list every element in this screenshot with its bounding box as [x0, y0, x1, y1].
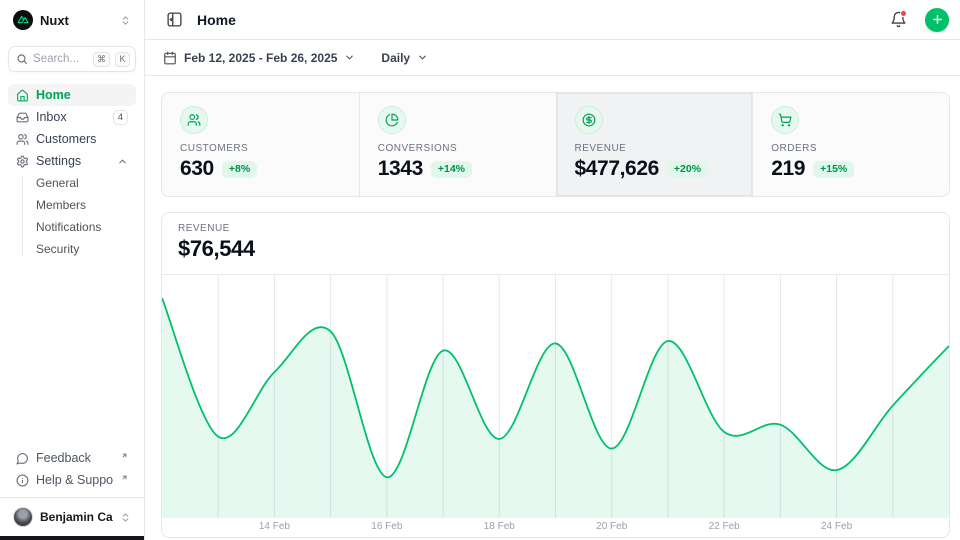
chevron-down-icon: [344, 52, 355, 63]
interval-select-button[interactable]: Daily: [379, 47, 430, 69]
stats-row: CUSTOMERS 630 +8% CONVERSIONS 1343 +14%: [161, 92, 950, 197]
settings-subnav: General Members Notifications Security: [8, 172, 136, 260]
revenue-area-chart[interactable]: [162, 275, 949, 518]
stat-card-revenue[interactable]: REVENUE $477,626 +20%: [556, 93, 753, 196]
search-box[interactable]: ⌘ K: [8, 46, 136, 72]
feedback-link[interactable]: Feedback: [8, 447, 136, 469]
user-name: Benjamin Canac: [40, 510, 113, 524]
avatar: [13, 507, 33, 527]
chevron-down-icon: [417, 52, 428, 63]
help-support-label: Help & Support: [36, 473, 113, 487]
stat-card-orders[interactable]: ORDERS 219 +15%: [752, 93, 949, 196]
sidebar-item-settings[interactable]: Settings: [8, 150, 136, 172]
kbd-cmd: ⌘: [93, 52, 110, 67]
chevrons-up-down-icon: [120, 15, 131, 26]
stat-value: 630: [180, 157, 214, 181]
page-title: Home: [197, 12, 875, 28]
revenue-chart-card: REVENUE $76,544 14 Feb 16 Feb 18 Feb 20 Feb…: [161, 212, 950, 538]
add-button[interactable]: [925, 8, 949, 32]
stat-label: CONVERSIONS: [378, 143, 538, 154]
gear-icon: [16, 155, 29, 168]
calendar-icon: [163, 51, 177, 65]
main-area: Home Feb 12, 2025 - Feb 26, 2025 Daily: [145, 0, 960, 540]
content: CUSTOMERS 630 +8% CONVERSIONS 1343 +14%: [145, 76, 960, 538]
external-link-icon: [121, 474, 128, 481]
x-tick-label: 18 Feb: [484, 521, 515, 532]
external-link-icon: [121, 452, 128, 459]
sidebar-item-label: Home: [36, 88, 128, 102]
stat-delta-badge: +15%: [813, 161, 854, 178]
nuxt-logo-icon: [13, 10, 33, 30]
sidebar-item-label: Inbox: [36, 110, 106, 124]
notifications-button[interactable]: [885, 7, 911, 33]
kbd-k: K: [115, 52, 130, 67]
stat-value: $477,626: [575, 157, 659, 181]
chart-header: REVENUE $76,544: [162, 213, 949, 275]
chat-bubble-icon: [16, 452, 29, 465]
sidebar-footer: Feedback Help & Support: [8, 447, 136, 491]
date-range-value: Feb 12, 2025 - Feb 26, 2025: [184, 51, 337, 65]
x-axis-tick-labels: 14 Feb 16 Feb 18 Feb 20 Feb 22 Feb 24 Feb: [162, 518, 949, 537]
sidebar-subitem-members[interactable]: Members: [8, 194, 136, 216]
sidebar-nav: Home Inbox 4 Customers Settings General: [8, 84, 136, 260]
x-tick-label: 16 Feb: [371, 521, 402, 532]
stat-delta-badge: +20%: [667, 161, 708, 178]
help-support-link[interactable]: Help & Support: [8, 469, 136, 491]
x-tick-label: 20 Feb: [596, 521, 627, 532]
chart-metric-label: REVENUE: [178, 223, 933, 234]
inbox-icon: [16, 111, 29, 124]
sidebar-item-inbox[interactable]: Inbox 4: [8, 106, 136, 128]
bottom-edge-bar: [0, 536, 144, 540]
stat-value: 1343: [378, 157, 423, 181]
chevron-up-icon: [117, 156, 128, 167]
interval-value: Daily: [381, 51, 410, 65]
search-input[interactable]: [33, 53, 88, 65]
dollar-circle-icon: [575, 106, 603, 134]
stat-value: 219: [771, 157, 805, 181]
search-icon: [16, 53, 28, 65]
stat-label: ORDERS: [771, 143, 931, 154]
date-range-button[interactable]: Feb 12, 2025 - Feb 26, 2025: [161, 47, 357, 69]
chart-metric-value: $76,544: [178, 236, 933, 262]
panel-left-close-icon: [166, 11, 183, 28]
stat-card-customers[interactable]: CUSTOMERS 630 +8%: [162, 93, 359, 196]
stat-delta-badge: +8%: [222, 161, 257, 178]
sidebar-item-home[interactable]: Home: [8, 84, 136, 106]
x-tick-label: 14 Feb: [259, 521, 290, 532]
sidebar-item-label: Settings: [36, 154, 110, 168]
info-circle-icon: [16, 474, 29, 487]
workspace-switcher[interactable]: Nuxt: [8, 8, 136, 32]
stat-delta-badge: +14%: [431, 161, 472, 178]
sidebar-item-label: Customers: [36, 132, 128, 146]
inbox-count-badge: 4: [113, 110, 128, 125]
chevrons-up-down-icon: [120, 512, 131, 523]
area-chart-svg[interactable]: [162, 275, 949, 518]
users-icon: [180, 106, 208, 134]
x-tick-label: 24 Feb: [821, 521, 852, 532]
pie-chart-icon: [378, 106, 406, 134]
notification-dot: [900, 10, 907, 17]
dashboard-screen: Nuxt ⌘ K Home Inbox 4 Customers: [0, 0, 960, 540]
collapse-sidebar-button[interactable]: [161, 7, 187, 33]
feedback-label: Feedback: [36, 451, 113, 465]
sidebar-subitem-general[interactable]: General: [8, 172, 136, 194]
cart-icon: [771, 106, 799, 134]
stat-card-conversions[interactable]: CONVERSIONS 1343 +14%: [359, 93, 556, 196]
home-icon: [16, 89, 29, 102]
sidebar-subitem-notifications[interactable]: Notifications: [8, 216, 136, 238]
stat-label: REVENUE: [575, 143, 735, 154]
sidebar: Nuxt ⌘ K Home Inbox 4 Customers: [0, 0, 145, 540]
sidebar-subitem-security[interactable]: Security: [8, 238, 136, 260]
plus-icon: [931, 13, 944, 26]
users-icon: [16, 133, 29, 146]
workspace-name: Nuxt: [40, 13, 113, 28]
stat-label: CUSTOMERS: [180, 143, 341, 154]
page-header: Home: [145, 0, 960, 40]
filters-toolbar: Feb 12, 2025 - Feb 26, 2025 Daily: [145, 40, 960, 76]
user-menu-button[interactable]: Benjamin Canac: [8, 498, 136, 532]
sidebar-item-customers[interactable]: Customers: [8, 128, 136, 150]
x-tick-label: 22 Feb: [709, 521, 740, 532]
